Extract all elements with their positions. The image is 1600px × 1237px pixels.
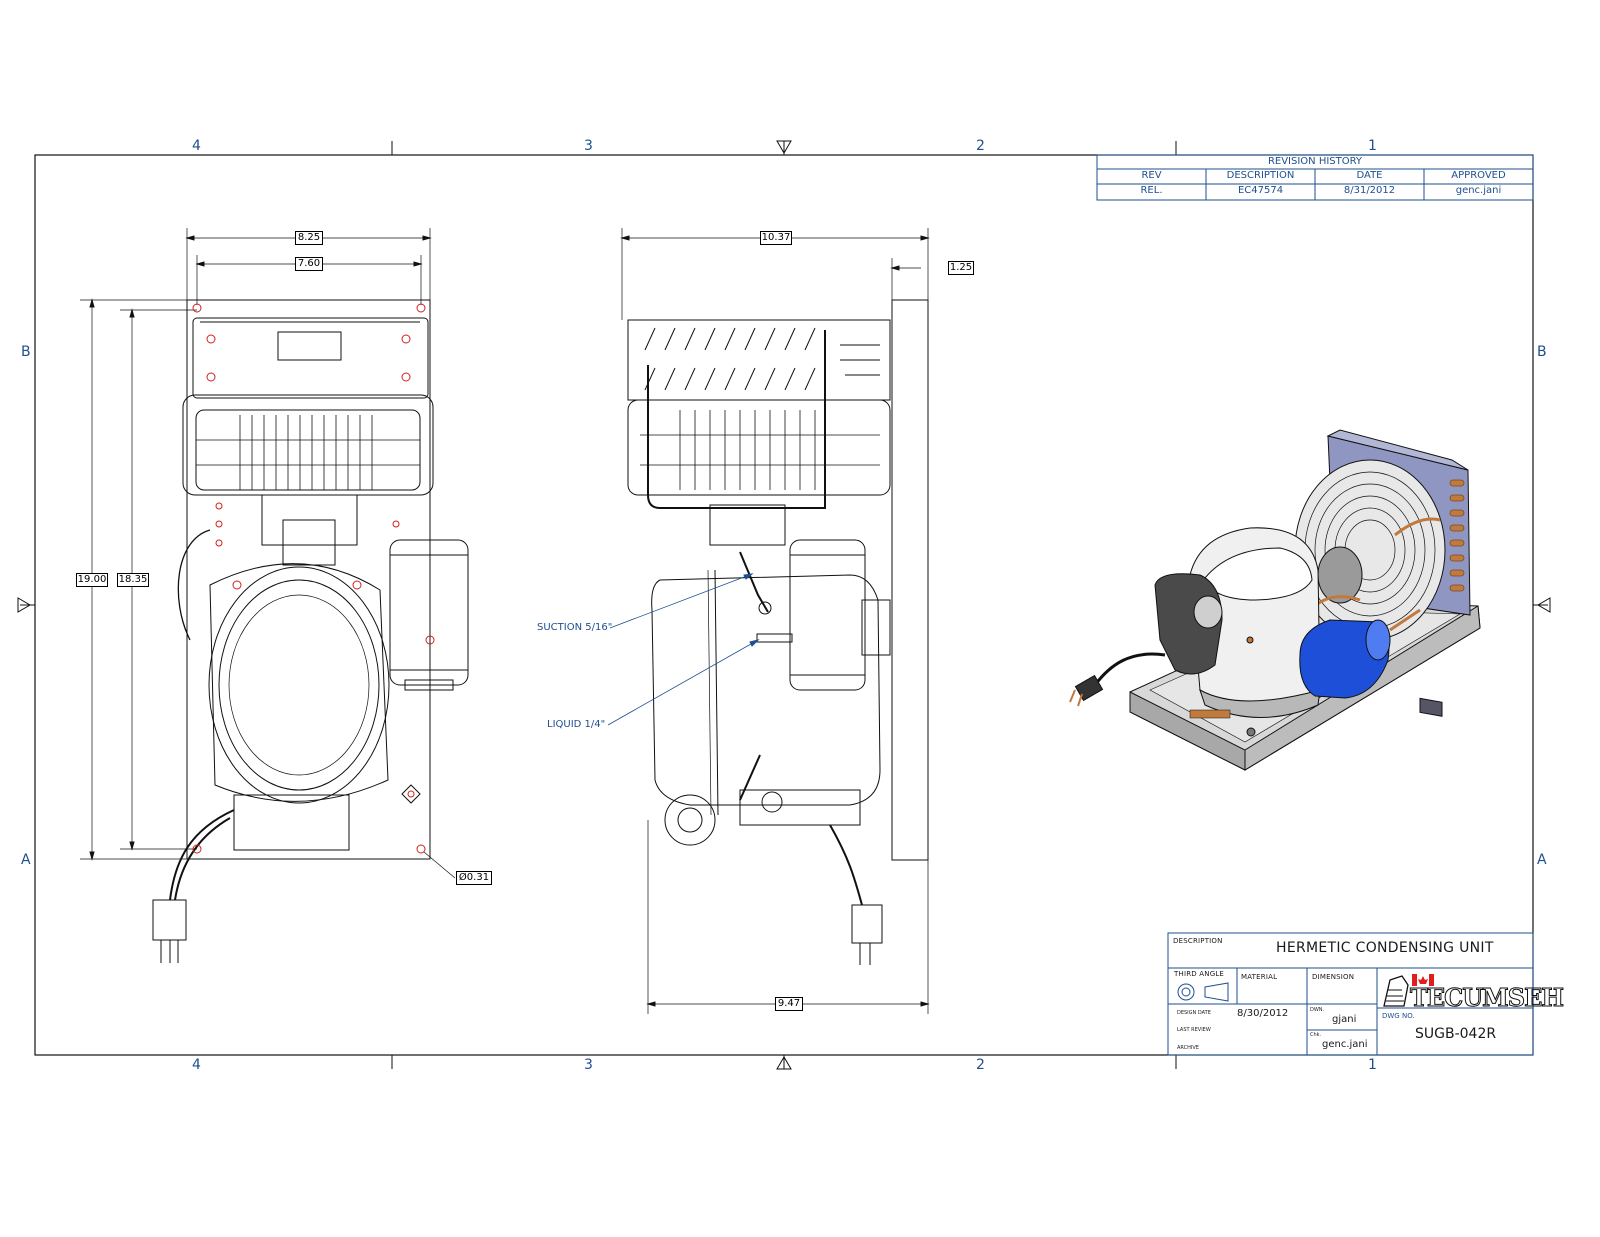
dim-front-width-outer: 8.25 <box>295 231 323 245</box>
zone-col-top-3: 3 <box>584 138 593 154</box>
zone-row-right-b: B <box>1537 344 1547 360</box>
dim-side-base: 9.47 <box>775 997 803 1011</box>
side-view <box>607 228 930 1014</box>
chk-label: Chk. <box>1310 1032 1322 1038</box>
dim-front-height-inner: 18.35 <box>117 573 149 587</box>
dwn-label: DWN. <box>1310 1007 1325 1013</box>
zone-col-top-2: 2 <box>976 138 985 154</box>
zone-col-top-4: 4 <box>192 138 201 154</box>
material-label: MATERIAL <box>1241 973 1278 981</box>
zone-row-left-a: A <box>21 852 31 868</box>
dim-front-width-inner: 7.60 <box>295 257 323 271</box>
tecumseh-logo: TECUMSEH <box>1383 974 1565 1013</box>
dwg-no-label: DWG NO. <box>1382 1012 1415 1020</box>
zone-row-left-b: B <box>21 344 31 360</box>
svg-text:TECUMSEH: TECUMSEH <box>1410 983 1563 1012</box>
description-value: EC47574 <box>1237 185 1284 196</box>
dim-side-depth: 10.37 <box>760 231 792 245</box>
chk-value: genc.jani <box>1322 1039 1368 1050</box>
description-header: DESCRIPTION <box>1226 170 1295 181</box>
mounting-holes <box>192 303 435 854</box>
approved-value: genc.jani <box>1455 185 1502 196</box>
date-value: 8/31/2012 <box>1343 185 1396 196</box>
revision-history-title: REVISION HISTORY <box>1267 156 1363 167</box>
approved-header: APPROVED <box>1451 170 1506 181</box>
last-review-label: LAST REVIEW <box>1177 1027 1211 1033</box>
liquid-callout: LIQUID 1/4" <box>547 719 606 730</box>
zone-col-bottom-4: 4 <box>192 1057 201 1073</box>
third-angle-label: THIRD ANGLE <box>1174 970 1225 978</box>
archive-label: ARCHIVE <box>1177 1045 1199 1051</box>
dim-side-offset: 1.25 <box>948 261 974 275</box>
dim-front-height-outer: 19.00 <box>76 573 108 587</box>
date-header: DATE <box>1356 170 1383 181</box>
dwg-no-value: SUGB-042R <box>1415 1026 1497 1042</box>
zone-col-bottom-3: 3 <box>584 1057 593 1073</box>
suction-callout: SUCTION 5/16" <box>537 622 613 633</box>
zone-col-top-1: 1 <box>1368 138 1377 154</box>
dwn-value: gjani <box>1332 1014 1357 1025</box>
dimension-label: DIMENSION <box>1312 973 1355 981</box>
isometric-view <box>1069 429 1481 771</box>
zone-col-bottom-1: 1 <box>1368 1057 1377 1073</box>
drawing-description: HERMETIC CONDENSING UNIT <box>1276 940 1494 956</box>
rev-value: REL. <box>1140 185 1163 196</box>
design-date-label: DESIGN DATE <box>1177 1010 1211 1016</box>
zone-col-bottom-2: 2 <box>976 1057 985 1073</box>
description-label: DESCRIPTION <box>1173 937 1223 945</box>
zone-row-right-a: A <box>1537 852 1547 868</box>
dim-hole-diameter: Ø0.31 <box>456 871 492 885</box>
rev-header: REV <box>1141 170 1162 181</box>
design-date-value: 8/30/2012 <box>1237 1008 1289 1019</box>
third-angle-projection-icon <box>1177 982 1229 1002</box>
